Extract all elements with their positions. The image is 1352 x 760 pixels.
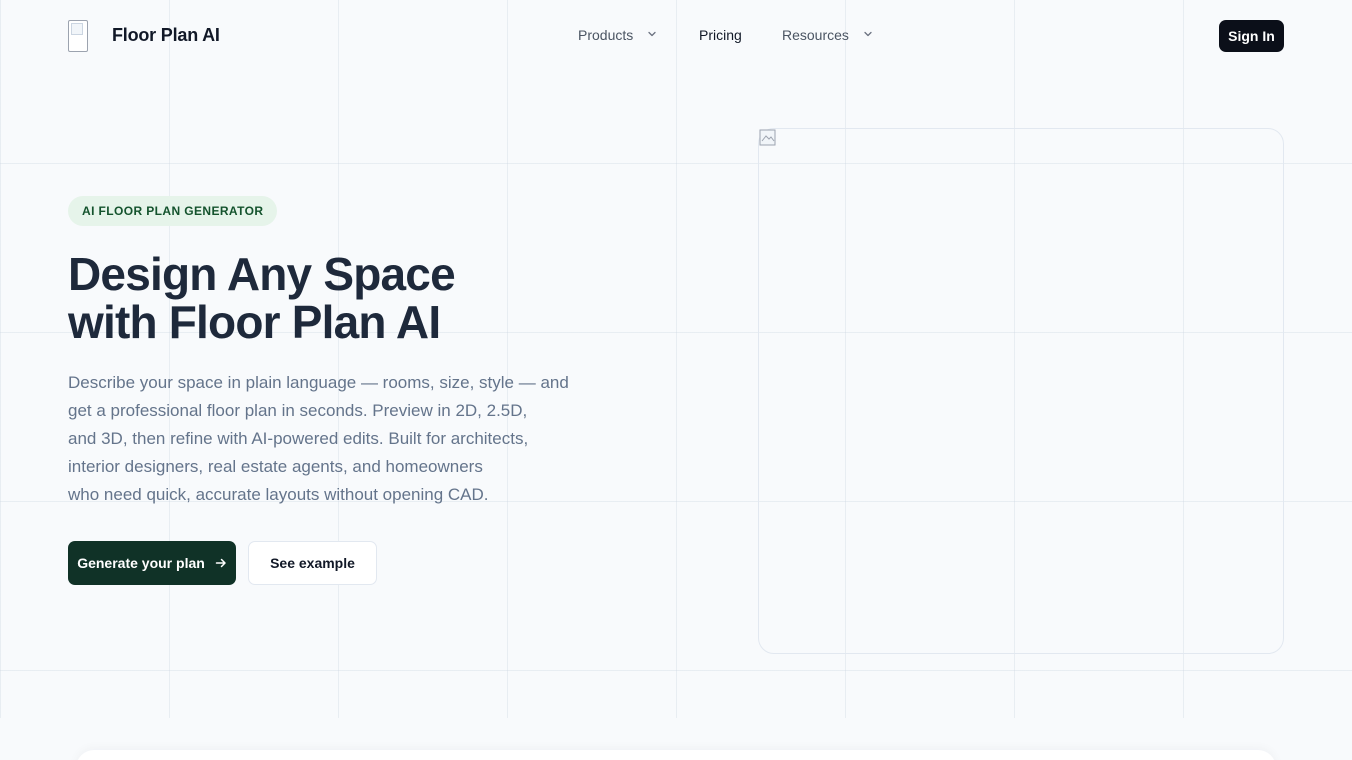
hero-headline: Design Any Space with Floor Plan AI — [68, 250, 628, 346]
hero-badge: AI FLOOR PLAN GENERATOR — [68, 196, 278, 226]
sign-in-button[interactable]: Sign In — [1219, 20, 1284, 52]
broken-image-icon — [759, 129, 776, 146]
description-line: who need quick, accurate layouts without… — [68, 485, 489, 504]
nav-item-resources[interactable]: Resources — [782, 27, 873, 43]
next-section-card — [76, 750, 1276, 760]
nav-resources-label: Resources — [782, 27, 849, 43]
arrow-right-icon — [215, 558, 226, 568]
description-line: Describe your space in plain language — … — [68, 373, 569, 392]
site-header: Floor Plan AI Products Pricing Resources… — [0, 0, 1352, 72]
brand-name[interactable]: Floor Plan AI — [112, 25, 220, 46]
nav-pricing-label: Pricing — [699, 27, 742, 43]
logo-broken-image-icon[interactable] — [68, 20, 88, 52]
nav-item-pricing[interactable]: Pricing — [699, 27, 742, 43]
headline-line-2: with Floor Plan AI — [68, 296, 441, 348]
generate-plan-label: Generate your plan — [77, 555, 205, 571]
chevron-down-icon — [864, 31, 872, 37]
see-example-button[interactable]: See example — [248, 541, 377, 585]
chevron-down-icon — [648, 31, 656, 37]
description-line: and 3D, then refine with AI-powered edit… — [68, 429, 529, 448]
nav-item-products[interactable]: Products — [578, 27, 657, 43]
nav-products-label: Products — [578, 27, 634, 43]
hero-description: Describe your space in plain language — … — [68, 369, 608, 509]
description-line: get a professional floor plan in seconds… — [68, 401, 528, 420]
generate-plan-button[interactable]: Generate your plan — [68, 541, 236, 585]
description-line: interior designers, real estate agents, … — [68, 457, 483, 476]
floor-plan-preview — [758, 128, 1284, 654]
headline-line-1: Design Any Space — [68, 248, 456, 300]
